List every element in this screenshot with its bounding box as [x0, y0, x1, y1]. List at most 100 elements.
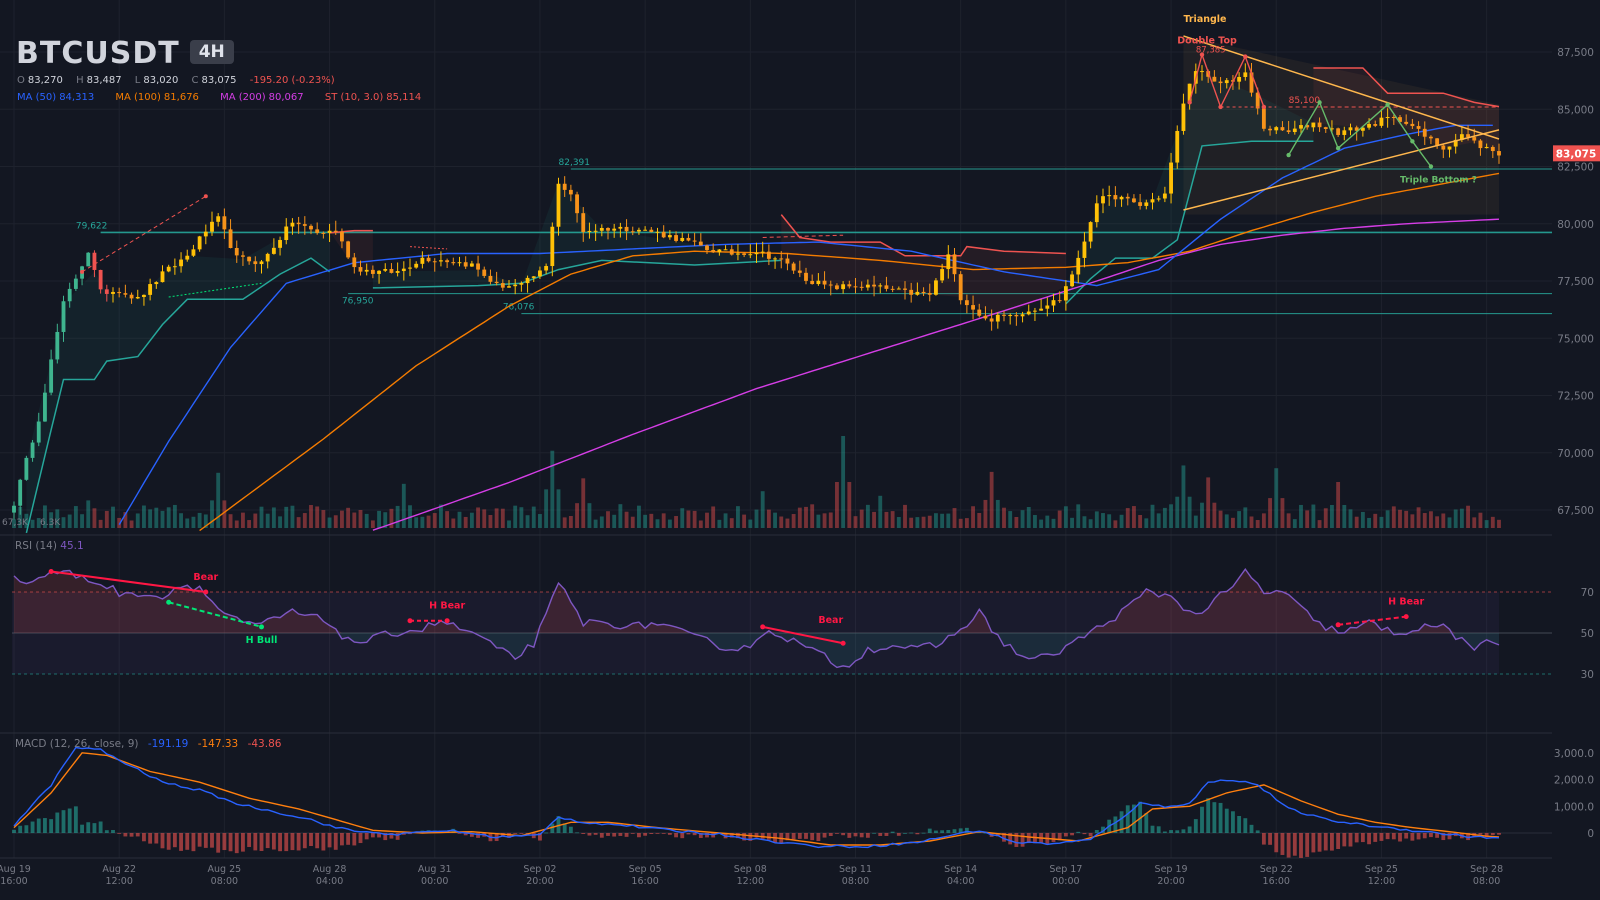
- ma100-value: 81,676: [163, 92, 199, 103]
- double-top-price-label: 87,385: [1196, 46, 1226, 56]
- candle-body: [401, 268, 406, 272]
- ma50-value: 84,313: [59, 92, 95, 103]
- volume-bar: [729, 518, 734, 528]
- candle-body: [1088, 222, 1093, 242]
- ma100-label[interactable]: MA (100): [115, 92, 161, 103]
- volume-bar: [940, 513, 945, 528]
- ma50-label[interactable]: MA (50): [17, 92, 56, 103]
- volume-bar: [370, 520, 375, 528]
- time-tick-time: 12:00: [1368, 876, 1395, 887]
- macd-histogram-bar: [927, 828, 932, 833]
- candle-body: [432, 261, 437, 263]
- candle-body: [568, 189, 573, 195]
- candle-body: [1472, 137, 1477, 141]
- candle-body: [1410, 123, 1415, 127]
- volume-bar: [1051, 518, 1056, 528]
- candle-body: [1008, 315, 1013, 317]
- volume-bar: [717, 519, 722, 528]
- signal-value: -147.33: [197, 738, 239, 750]
- candle-body: [1070, 274, 1074, 287]
- time-tick-date: Aug 28: [313, 864, 347, 875]
- candle-body: [278, 240, 282, 248]
- rsi-bear-divergence-point: [840, 640, 846, 646]
- volume-bar: [1200, 502, 1204, 528]
- volume-bar: [321, 510, 326, 528]
- time-tick-date: Aug 25: [208, 864, 242, 875]
- ma200-value: 80,067: [268, 92, 304, 103]
- candle-body: [123, 293, 128, 295]
- candle-body: [1045, 305, 1050, 309]
- volume-bar: [420, 516, 425, 528]
- candle-body: [222, 216, 227, 230]
- candle-body: [389, 269, 394, 273]
- rsi-hbear-divergence-point: [1403, 614, 1409, 620]
- candle-body: [773, 258, 777, 260]
- volume-bar: [352, 512, 357, 528]
- candle-body: [1218, 81, 1223, 84]
- volume-bar: [197, 512, 202, 528]
- rsi-legend[interactable]: RSI (14) 45.1: [15, 540, 84, 552]
- time-tick-date: Sep 17: [1049, 864, 1082, 875]
- open-label: O: [17, 75, 25, 86]
- macd-histogram-bar: [1280, 833, 1285, 855]
- chart-canvas[interactable]: 87,500 85,000 82,500 80,000 77,500 75,000 72,5…: [0, 0, 1600, 900]
- rsi-hbull-divergence-label: H Bull: [246, 635, 278, 646]
- candle-body: [822, 280, 827, 285]
- candle-body: [624, 226, 629, 232]
- macd-histogram-bar: [179, 833, 183, 851]
- volume-bar: [1125, 508, 1130, 528]
- volume-bar: [1082, 516, 1087, 528]
- candle-body: [692, 240, 697, 242]
- supertrend-label[interactable]: ST (10, 3.0): [325, 92, 383, 103]
- candle-body: [1261, 108, 1266, 129]
- volume-bar: [847, 482, 852, 528]
- candle-body: [1497, 151, 1501, 156]
- volume-bar: [1422, 513, 1427, 528]
- volume-bar: [655, 519, 660, 528]
- macd-histogram-bar: [835, 833, 839, 834]
- volume-bar: [1255, 520, 1260, 528]
- macd-histogram-bar: [915, 833, 920, 835]
- macd-histogram-bar: [859, 833, 864, 838]
- macd-histogram-bar: [340, 833, 344, 846]
- volume-bar: [1497, 519, 1501, 528]
- macd-legend[interactable]: MACD (12, 26, close, 9) -191.19 -147.33 …: [15, 738, 281, 750]
- macd-histogram-bar: [1422, 833, 1427, 839]
- volume-bar: [952, 508, 957, 528]
- candle-body: [346, 241, 351, 258]
- macd-histogram-bar: [1255, 830, 1260, 833]
- level-label: 76,950: [342, 297, 374, 307]
- macd-pane: 3,000.0 2,000.0 1,000.0 0: [12, 746, 1594, 858]
- price-hbear-divergence: [409, 246, 448, 250]
- candle-body: [1342, 130, 1347, 135]
- candle-body: [92, 252, 97, 270]
- volume-bar: [1212, 502, 1217, 528]
- price-axis: 87,500 85,000 82,500 80,000 77,500 75,000 72,5…: [1557, 47, 1594, 517]
- macd-tick-label: 3,000.0: [1554, 748, 1594, 760]
- rsi-label: RSI (14): [15, 540, 57, 552]
- macd-histogram-bar: [290, 833, 295, 851]
- symbol-title[interactable]: BTCUSDT: [16, 36, 180, 71]
- macd-histogram-bar: [618, 833, 623, 836]
- candle-body: [1175, 130, 1180, 163]
- volume-bar: [1138, 514, 1143, 528]
- volume-bar: [964, 518, 969, 528]
- candle-body: [562, 183, 567, 190]
- volume-bar: [568, 516, 573, 528]
- macd-histogram-bar: [1490, 833, 1495, 836]
- timeframe-badge[interactable]: 4H: [189, 40, 234, 64]
- volume-bar: [1181, 465, 1186, 528]
- volume-bar: [649, 513, 654, 528]
- time-tick-date: Aug 19: [0, 864, 31, 875]
- macd-histogram-bar: [587, 833, 592, 836]
- candle-body: [457, 262, 462, 264]
- volume-bar: [556, 489, 561, 528]
- candle-body: [500, 283, 505, 288]
- candle-body: [717, 249, 722, 253]
- volume-bar: [1373, 513, 1378, 528]
- macd-histogram-bar: [1150, 825, 1155, 833]
- candle-body: [296, 222, 301, 225]
- ma200-label[interactable]: MA (200): [220, 92, 266, 103]
- volume-bar: [1354, 516, 1359, 528]
- candle-body: [1243, 72, 1248, 77]
